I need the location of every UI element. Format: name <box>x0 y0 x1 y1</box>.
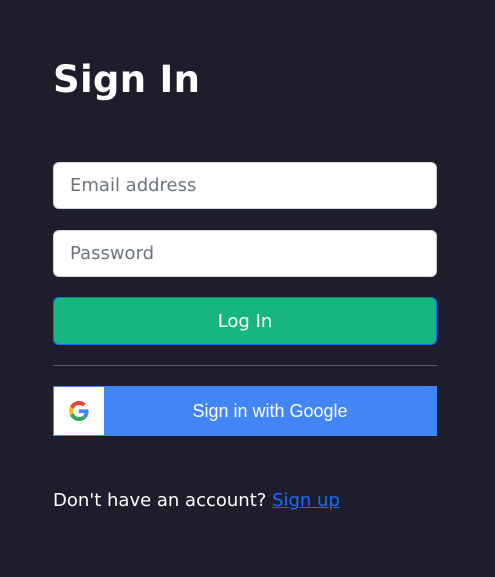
google-sign-in-label: Sign in with Google <box>192 400 348 421</box>
sign-up-link[interactable]: Sign up <box>272 490 340 511</box>
password-field[interactable] <box>53 230 437 277</box>
divider <box>53 365 437 366</box>
google-g-icon <box>69 401 89 421</box>
page-title: Sign In <box>53 58 201 101</box>
email-field[interactable] <box>53 162 437 209</box>
signup-prompt: Don't have an account? Sign up <box>53 490 340 511</box>
signup-prompt-text: Don't have an account? <box>53 490 267 511</box>
log-in-button[interactable]: Log In <box>53 297 437 345</box>
google-icon-container <box>54 387 104 435</box>
google-sign-in-button[interactable]: Sign in with Google <box>53 386 437 436</box>
